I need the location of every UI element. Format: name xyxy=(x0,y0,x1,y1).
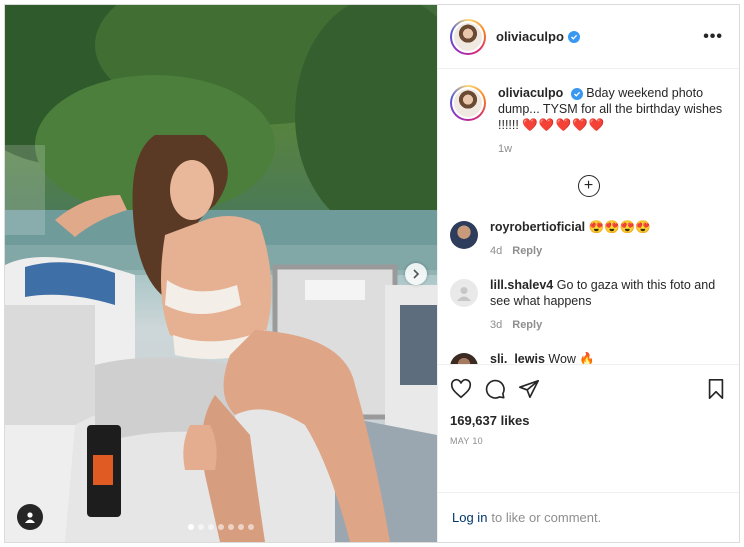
reply-button[interactable]: Reply xyxy=(512,245,542,257)
photo-scene xyxy=(5,5,437,542)
comment-item: sli._lewis Wow 🔥 xyxy=(450,351,727,364)
caption-emojis: ❤️❤️❤️❤️❤️ xyxy=(522,118,606,132)
carousel-dot xyxy=(248,524,254,530)
carousel-dot xyxy=(208,524,214,530)
login-prompt-text: to like or comment. xyxy=(491,510,602,525)
post-header: oliviaculpo ••• xyxy=(438,5,739,69)
carousel-dot xyxy=(218,524,224,530)
author-username[interactable]: oliviaculpo xyxy=(496,29,564,44)
bookmark-icon[interactable] xyxy=(705,378,727,400)
commenter-avatar[interactable] xyxy=(450,221,478,249)
verified-icon xyxy=(567,30,580,43)
comment-text: 😍😍😍😍 xyxy=(588,220,651,234)
comment-item: lill.shalev4 Go to gaza with this foto a… xyxy=(450,277,727,333)
login-link[interactable]: Log in xyxy=(452,510,487,525)
default-avatar-icon xyxy=(457,287,471,301)
post-photo[interactable] xyxy=(5,5,437,542)
comment-time[interactable]: 3d xyxy=(490,319,502,331)
commenter-avatar[interactable] xyxy=(450,279,478,307)
carousel-indicator xyxy=(5,524,437,530)
instagram-post: oliviaculpo ••• oliviaculpo Bday weekend… xyxy=(4,4,740,543)
comment-item: royrobertioficial 😍😍😍😍 4d Reply xyxy=(450,219,727,259)
user-tag-icon xyxy=(25,512,35,523)
reply-button[interactable]: Reply xyxy=(512,319,542,331)
author-avatar[interactable] xyxy=(450,18,486,55)
share-icon[interactable] xyxy=(518,378,540,400)
heart-icon[interactable] xyxy=(450,378,472,400)
caption-time[interactable]: 1w xyxy=(498,143,512,155)
next-arrow-icon xyxy=(413,269,420,279)
comment-text: Wow 🔥 xyxy=(548,352,595,364)
caption-avatar[interactable] xyxy=(450,85,486,121)
verified-icon xyxy=(570,87,583,100)
load-more-comments: + xyxy=(450,175,727,197)
carousel-dot xyxy=(188,524,194,530)
caption-username[interactable]: oliviaculpo xyxy=(498,86,563,100)
commenter-avatar[interactable] xyxy=(450,353,478,364)
comment-icon[interactable] xyxy=(484,378,506,400)
load-more-button[interactable]: + xyxy=(577,175,600,197)
caption: oliviaculpo Bday weekend photo dump... T… xyxy=(450,85,727,157)
comments-list[interactable]: oliviaculpo Bday weekend photo dump... T… xyxy=(438,69,739,364)
login-prompt: Log in to like or comment. xyxy=(438,492,739,542)
post-date[interactable]: MAY 10 xyxy=(450,436,727,446)
comment-username[interactable]: lill.shalev4 xyxy=(490,278,553,292)
likes-count[interactable]: 169,637 likes xyxy=(450,413,727,428)
next-photo-button[interactable] xyxy=(405,263,427,285)
carousel-dot xyxy=(238,524,244,530)
comment-username[interactable]: royrobertioficial xyxy=(490,220,585,234)
comment-username[interactable]: sli._lewis xyxy=(490,352,545,364)
post-sidebar: oliviaculpo ••• oliviaculpo Bday weekend… xyxy=(437,5,739,542)
more-options-icon[interactable]: ••• xyxy=(699,24,727,50)
carousel-dot xyxy=(228,524,234,530)
comment-time[interactable]: 4d xyxy=(490,245,502,257)
post-actions: 169,637 likes MAY 10 xyxy=(438,364,739,492)
carousel-dot xyxy=(198,524,204,530)
